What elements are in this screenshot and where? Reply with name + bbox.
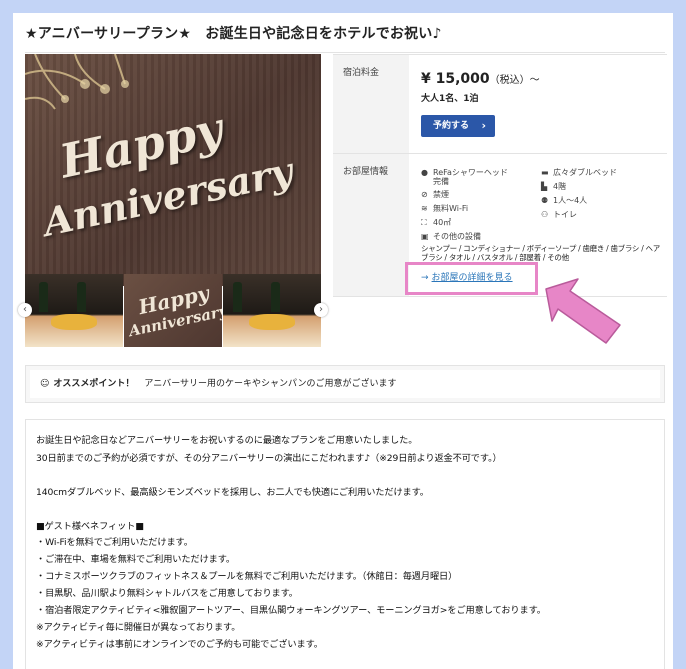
area-icon: ⛶	[421, 218, 427, 227]
plan-info-table: 宿泊料金 ¥ 15,000（税込）〜 大人1名、1泊 予約する › お部屋情報 ●…	[333, 54, 667, 297]
rate-label-cell: 宿泊料金	[333, 55, 409, 153]
bottle-graphic	[39, 282, 48, 312]
description-line: お誕生日や記念日などアニバーサリーをお祝いするのに最適なプランをご用意いたしまし…	[36, 435, 418, 446]
price-tax: （税込）〜	[489, 75, 540, 86]
highlight-box	[405, 262, 538, 295]
cake-graphic	[51, 314, 97, 330]
pointer-arrow-icon	[545, 278, 621, 344]
amenity-shower-cont: 完備	[433, 177, 449, 187]
room-label-cell: お部屋情報	[333, 154, 409, 296]
amenity-text: トイレ	[553, 210, 577, 219]
person-icon: ●	[421, 168, 428, 177]
bottle-graphic	[233, 282, 242, 312]
reserve-button[interactable]: 予約する ›	[421, 115, 495, 137]
chevron-right-icon: ›	[481, 119, 486, 132]
smile-icon: ☺	[40, 379, 50, 389]
amenity-bed: ▬ 広々ダブルベッド	[541, 168, 617, 178]
amenity-text: 広々ダブルベッド	[553, 168, 617, 177]
amenity-text: 40㎡	[433, 218, 452, 227]
floor-icon: ▙	[541, 182, 548, 191]
amenity-area: ⛶ 40㎡	[421, 218, 451, 228]
cake-graphic	[249, 314, 295, 330]
recommend-text: アニバーサリー用のケーキやシャンパンのご用意がございます	[144, 379, 397, 389]
plan-title: ★アニバーサリープラン★ お誕生日や記念日をホテルでお祝い♪	[25, 26, 442, 42]
amenity-nosmoking: ⊘ 禁煙	[421, 190, 449, 200]
recommend-heading: オススメポイント！	[53, 379, 135, 389]
description-line: ・目黒駅、品川駅より無料シャトルバスをご用意しております。	[36, 588, 298, 599]
amenity-people: ⚉ 1人〜4人	[541, 196, 587, 206]
description-line: ※アクティビティは事前にオンラインでのご予約も可能でございます。	[36, 639, 323, 650]
bed-icon: ▬	[541, 168, 549, 177]
description-line: ・Wi-Fiを無料でご利用いただけます。	[36, 537, 193, 548]
amenity-wifi: ≋ 無料Wi-Fi	[421, 204, 468, 214]
amenity-text: 4階	[553, 182, 567, 191]
chevron-left-icon[interactable]: ‹	[18, 303, 32, 317]
people-icon: ⚉	[541, 196, 549, 205]
description-line: 30日前までのご予約が必須ですが、その分アニバーサリーの演出にこだわれます♪（※…	[36, 453, 502, 464]
amenity-floor: ▙ 4階	[541, 182, 566, 192]
chevron-right-icon[interactable]: ›	[314, 303, 328, 317]
reserve-label: 予約する	[433, 121, 470, 131]
price-amount: ¥ 15,000	[421, 71, 490, 87]
amenity-text: 禁煙	[433, 190, 449, 199]
amenity-text: その他の設備	[433, 232, 481, 241]
bottle-graphic	[77, 282, 86, 312]
main-image[interactable]: Happy Anniversary	[25, 54, 321, 286]
price-value: ¥ 15,000（税込）〜	[421, 71, 540, 87]
thumbnail-1[interactable]	[25, 274, 123, 347]
amenity-other: ▣ その他の設備	[421, 232, 481, 242]
amenity-text: 無料Wi-Fi	[433, 204, 469, 213]
description-line: ■ゲスト様ベネフィット■	[36, 521, 144, 532]
recommend-inner: ☺ オススメポイント！ アニバーサリー用のケーキやシャンパンのご用意がございます	[30, 370, 660, 398]
toilet-icon: ⚇	[541, 210, 549, 219]
thumbnail-strip: Happy Anniversary ‹ ›	[18, 274, 328, 347]
description-line: ・ご滞在中、車場を無料でご利用いただけます。	[36, 554, 236, 565]
rate-label: 宿泊料金	[343, 68, 380, 78]
plan-description: お誕生日や記念日などアニバーサリーをお祝いするのに最適なプランをご用意いたしまし…	[25, 419, 665, 669]
box-icon: ▣	[421, 232, 429, 241]
thumbnail-2[interactable]: Happy Anniversary	[124, 274, 222, 347]
persons-text: 大人1名、1泊	[421, 94, 479, 104]
other-equipment-list: シャンプー / コンディショナー / ボディーソープ / 歯磨き / 歯ブラシ …	[421, 244, 660, 262]
no-smoking-icon: ⊘	[421, 190, 428, 199]
bottle-graphic	[271, 282, 280, 312]
amenity-toilet: ⚇ トイレ	[541, 210, 577, 220]
description-line: ・宿泊者限定アクティビティ<雅叙園アートツアー、目黒仏閣ウォーキングツアー、モー…	[36, 605, 546, 616]
description-line: ※アクティビティ毎に開催日が異なっております。	[36, 622, 241, 633]
amenity-text: 完備	[433, 177, 449, 186]
recommend-box: ☺ オススメポイント！ アニバーサリー用のケーキやシャンパンのご用意がございます	[25, 365, 665, 403]
description-line: ・コナミスポーツクラブのフィットネス＆プールを無料でご利用いただけます。（休館日…	[36, 571, 458, 582]
rate-row: 宿泊料金 ¥ 15,000（税込）〜 大人1名、1泊 予約する ›	[333, 55, 667, 154]
amenity-text: ReFaシャワーヘッド	[433, 168, 508, 177]
thumbnail-3[interactable]	[223, 274, 321, 347]
room-label: お部屋情報	[343, 167, 389, 177]
wifi-icon: ≋	[421, 204, 428, 213]
amenity-text: 1人〜4人	[553, 196, 588, 205]
title-divider	[25, 52, 665, 53]
description-line: 140cmダブルベッド、最高級シモンズベッドを採用し、お二人でも快適にご利用いた…	[36, 487, 429, 498]
dried-flowers-decoration	[25, 54, 129, 110]
